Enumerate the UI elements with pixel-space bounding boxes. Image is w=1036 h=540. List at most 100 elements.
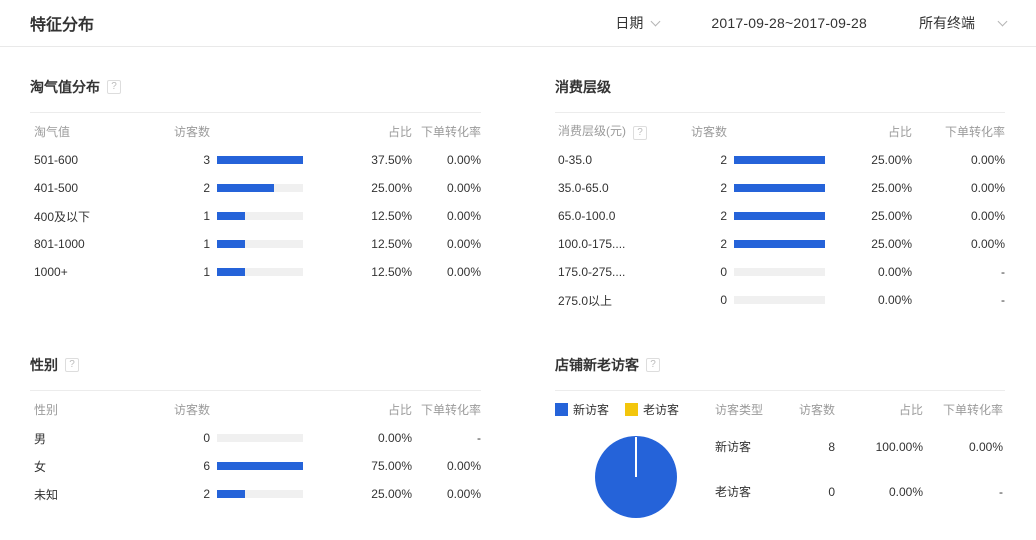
visitor-type-label: 新访客	[715, 438, 785, 455]
column-header-ratio: 占比	[835, 401, 923, 418]
table-header-row: 消费层级(元)? 访客数 占比 下单转化率	[555, 116, 1005, 146]
help-icon[interactable]: ?	[633, 126, 647, 140]
visitor-table-body: 新访客 8 100.00% 0.00% 老访客 0 0.00% -	[715, 424, 1005, 518]
bar-fill	[217, 212, 245, 220]
panel-title: 淘气值分布	[30, 77, 100, 97]
row-label: 801-1000	[34, 237, 154, 251]
bar-track	[217, 490, 303, 498]
visitor-count: 0	[667, 293, 727, 307]
conversion-value: -	[912, 293, 1005, 307]
table-row: 男 0 0.00% -	[30, 424, 481, 452]
row-label: 0-35.0	[558, 153, 667, 167]
conversion-value: 0.00%	[912, 153, 1005, 167]
row-label: 未知	[34, 486, 154, 503]
row-label: 175.0-275....	[558, 265, 667, 279]
visitor-panel-body: 新访客 8 100.00% 0.00% 老访客 0 0.00% -	[555, 424, 1005, 518]
divider	[555, 390, 1005, 391]
bar-cell	[210, 490, 303, 498]
ratio-value: 0.00%	[303, 431, 412, 445]
bar-track	[734, 240, 825, 248]
panel-header: 店铺新老访客 ?	[555, 355, 1005, 375]
chevron-down-icon[interactable]	[998, 17, 1008, 27]
terminal-filter-dropdown[interactable]: 所有终端	[919, 13, 975, 33]
bar-cell	[210, 462, 303, 470]
terminal-filter-label: 所有终端	[919, 13, 975, 33]
legend-swatch-new	[555, 403, 568, 416]
conversion-value: 0.00%	[923, 440, 1003, 454]
visitor-count: 2	[667, 153, 727, 167]
row-label: 400及以下	[34, 208, 154, 225]
bar-track	[734, 156, 825, 164]
table-row: 65.0-100.0 2 25.00% 0.00%	[555, 202, 1005, 230]
bar-fill	[734, 184, 825, 192]
visitor-count: 0	[154, 431, 210, 445]
panel-header: 性别 ?	[30, 355, 481, 375]
conversion-value: -	[912, 265, 1005, 279]
panel-title: 消费层级	[555, 77, 611, 97]
help-icon[interactable]: ?	[65, 358, 79, 372]
column-header-label: 消费层级(元)	[558, 124, 626, 138]
bar-cell	[727, 296, 825, 304]
panel-header: 消费层级	[555, 77, 1005, 97]
legend-label-new: 新访客	[573, 401, 609, 418]
legend-label-old: 老访客	[643, 401, 679, 418]
bar-cell	[727, 212, 825, 220]
table-row: 275.0以上 0 0.00% -	[555, 286, 1005, 314]
visitor-table-header-row: 新访客 老访客 访客类型 访客数 占比 下单转化率	[555, 394, 1005, 424]
page-title: 特征分布	[30, 11, 94, 35]
table-row: 1000+ 1 12.50% 0.00%	[30, 258, 481, 286]
conversion-value: 0.00%	[412, 459, 481, 473]
bar-track	[734, 296, 825, 304]
pie-chart-area	[555, 424, 715, 518]
divider	[30, 390, 481, 391]
bar-track	[217, 462, 303, 470]
panels-grid: 淘气值分布 ? 淘气值 访客数 占比 下单转化率 501-600 3 37.50…	[0, 47, 1036, 518]
ratio-value: 12.50%	[303, 237, 412, 251]
help-icon[interactable]: ?	[107, 80, 121, 94]
table-row: 175.0-275.... 0 0.00% -	[555, 258, 1005, 286]
date-filter-dropdown[interactable]: 日期	[615, 13, 659, 33]
bar-fill	[734, 240, 825, 248]
column-header-visitors: 访客数	[785, 401, 835, 418]
row-label: 男	[34, 430, 154, 447]
bar-track	[217, 212, 303, 220]
visitor-count: 1	[154, 237, 210, 251]
panel-gender: 性别 ? 性别 访客数 占比 下单转化率 男 0 0.00% - 女 6	[30, 355, 481, 508]
ratio-value: 37.50%	[303, 153, 412, 167]
bar-cell	[210, 434, 303, 442]
table-row: 老访客 0 0.00% -	[715, 469, 1005, 514]
help-icon[interactable]: ?	[646, 358, 660, 372]
visitor-count: 2	[667, 209, 727, 223]
visitor-count: 0	[785, 485, 835, 499]
visitor-count: 2	[667, 181, 727, 195]
row-label: 35.0-65.0	[558, 181, 667, 195]
column-header-taoqi: 淘气值	[34, 123, 154, 140]
conversion-value: 0.00%	[412, 265, 481, 279]
conversion-value: -	[923, 485, 1003, 499]
table-body: 0-35.0 2 25.00% 0.00% 35.0-65.0 2 25.00%…	[555, 146, 1005, 314]
bar-cell	[727, 268, 825, 276]
column-header-gender: 性别	[34, 401, 154, 418]
bar-track	[734, 184, 825, 192]
column-header-consume-level: 消费层级(元)?	[558, 122, 667, 140]
row-label: 女	[34, 458, 154, 475]
bar-track	[217, 434, 303, 442]
pie-slice-boundary	[635, 437, 637, 477]
legend-item-new: 新访客	[555, 401, 609, 418]
ratio-value: 12.50%	[303, 265, 412, 279]
row-label: 65.0-100.0	[558, 209, 667, 223]
row-label: 501-600	[34, 153, 154, 167]
table-body: 501-600 3 37.50% 0.00% 401-500 2 25.00% …	[30, 146, 481, 286]
panel-header: 淘气值分布 ?	[30, 77, 481, 97]
bar-track	[734, 212, 825, 220]
row-label: 100.0-175....	[558, 237, 667, 251]
ratio-value: 25.00%	[825, 153, 912, 167]
pie-legend: 新访客 老访客	[555, 401, 715, 418]
date-range-picker[interactable]: 2017-09-28~2017-09-28	[711, 15, 867, 31]
divider	[555, 112, 1005, 113]
legend-swatch-old	[625, 403, 638, 416]
ratio-value: 0.00%	[825, 293, 912, 307]
panel-new-old-visitors: 店铺新老访客 ? 新访客 老访客 访客类型 访客数 占比 下单转化率	[555, 355, 1005, 518]
bar-track	[217, 156, 303, 164]
row-label: 1000+	[34, 265, 154, 279]
